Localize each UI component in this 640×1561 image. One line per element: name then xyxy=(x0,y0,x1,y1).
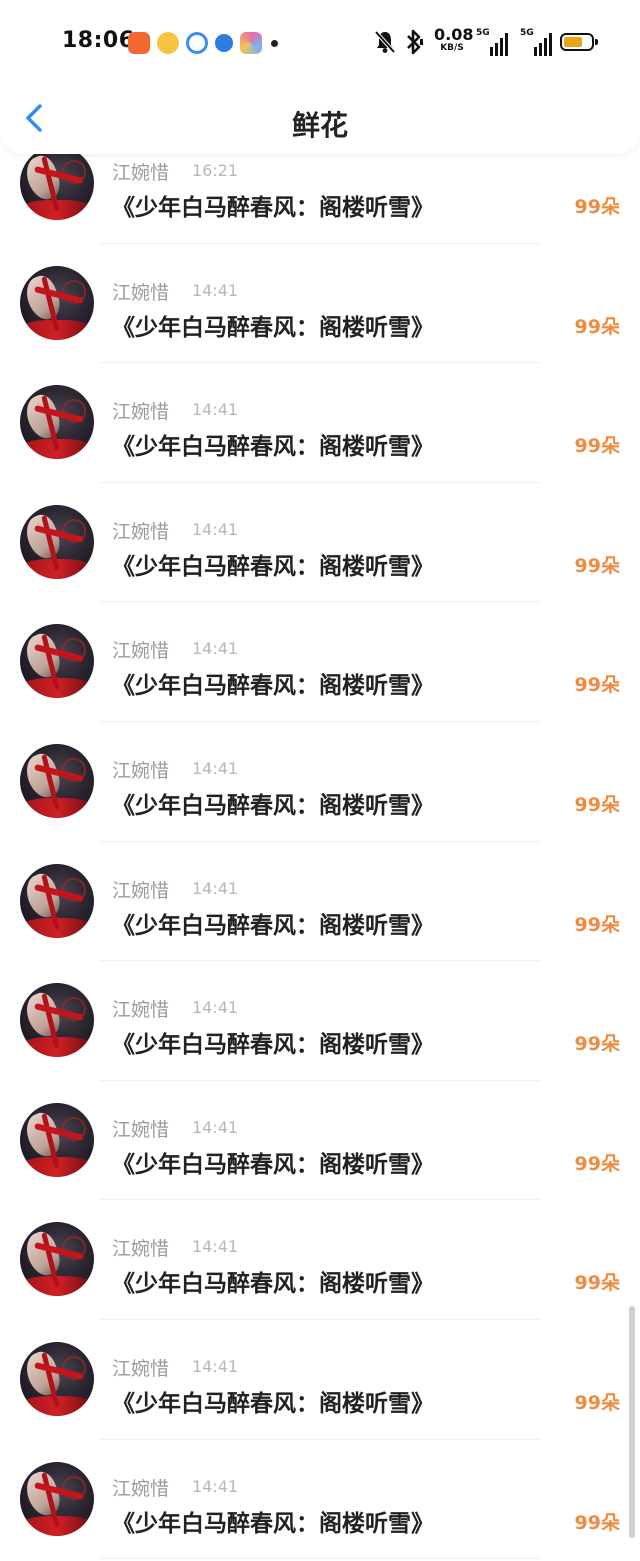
status-bar: 18:06 0.08 KB/S 5G 5G xyxy=(0,0,640,86)
send-time: 14:41 xyxy=(192,400,239,420)
sim2-network-type: 5G xyxy=(520,28,534,38)
list-item[interactable]: 江婉惜 14:41 《少年白马醉春风：阁楼听雪》 99朵 xyxy=(0,602,640,722)
book-title: 《少年白马醉春风：阁楼听雪》 xyxy=(112,673,434,700)
notification-icons xyxy=(128,30,278,56)
book-title: 《少年白马醉春风：阁楼听雪》 xyxy=(112,553,434,580)
sender-name[interactable]: 江婉惜 xyxy=(112,278,169,305)
book-title: 《少年白马醉春风：阁楼听雪》 xyxy=(112,434,434,461)
book-title: 《少年白马醉春风：阁楼听雪》 xyxy=(112,792,434,819)
mail-app-icon xyxy=(128,32,150,54)
book-title: 《少年白马醉春风：阁楼听雪》 xyxy=(112,912,434,939)
send-time: 14:41 xyxy=(192,519,239,539)
page-title: 鲜花 xyxy=(291,109,348,142)
sender-name[interactable]: 江婉惜 xyxy=(112,876,169,903)
flower-count: 99朵 xyxy=(574,315,620,338)
bluetooth-icon xyxy=(407,29,423,55)
avatar[interactable] xyxy=(20,1222,94,1297)
book-title: 《少年白马醉春风：阁楼听雪》 xyxy=(112,1510,434,1537)
nav-bar: 鲜花 xyxy=(0,88,640,148)
send-time: 16:21 xyxy=(192,161,239,180)
sender-name[interactable]: 江婉惜 xyxy=(112,158,169,185)
flower-count: 99朵 xyxy=(574,1272,620,1295)
send-time: 14:41 xyxy=(192,639,239,659)
list-item[interactable]: 江婉惜 14:41 《少年白马醉春风：阁楼听雪》 99朵 xyxy=(0,722,640,842)
gallery-app-icon xyxy=(240,32,262,54)
avatar[interactable] xyxy=(20,1102,94,1177)
sender-name[interactable]: 江婉惜 xyxy=(112,397,169,424)
list-item[interactable]: 江婉惜 14:41 《少年白马醉春风：阁楼听雪》 99朵 xyxy=(0,1320,640,1440)
avatar[interactable] xyxy=(20,1461,94,1536)
avatar[interactable] xyxy=(20,1341,94,1416)
flower-count: 99朵 xyxy=(574,554,620,577)
mute-bell-icon xyxy=(374,30,396,54)
list-item[interactable]: 江婉惜 14:41 《少年白马醉春风：阁楼听雪》 99朵 xyxy=(0,1440,640,1560)
sender-name[interactable]: 江婉惜 xyxy=(112,517,169,544)
book-title: 《少年白马醉春风：阁楼听雪》 xyxy=(112,195,434,221)
list-item[interactable]: 江婉惜 14:41 《少年白马醉春风：阁楼听雪》 99朵 xyxy=(0,244,640,364)
book-title: 《少年白马醉春风：阁楼听雪》 xyxy=(112,1390,434,1417)
signal-bars-icon xyxy=(490,33,508,56)
list-item[interactable]: 江婉惜 14:41 《少年白马醉春风：阁楼听雪》 99朵 xyxy=(0,961,640,1081)
list-item[interactable]: 江婉惜 14:41 《少年白马醉春风：阁楼听雪》 99朵 xyxy=(0,1081,640,1201)
send-time: 14:41 xyxy=(192,1476,239,1496)
status-time: 18:06 xyxy=(62,28,135,53)
book-title: 《少年白马醉春风：阁楼听雪》 xyxy=(112,1271,434,1298)
list-item[interactable]: 江婉惜 14:41 《少年白马醉春风：阁楼听雪》 99朵 xyxy=(0,1200,640,1320)
avatar[interactable] xyxy=(20,146,94,220)
status-indicators: 0.08 KB/S 5G 5G xyxy=(370,26,610,60)
list-item[interactable]: 江婉惜 14:41 《少年白马醉春风：阁楼听雪》 99朵 xyxy=(0,363,640,483)
network-speed-unit: KB/S xyxy=(440,43,464,53)
avatar[interactable] xyxy=(20,624,94,699)
sender-name[interactable]: 江婉惜 xyxy=(112,1234,169,1261)
sender-name[interactable]: 江婉惜 xyxy=(112,1474,169,1501)
flower-count: 99朵 xyxy=(574,1391,620,1414)
flower-count: 99朵 xyxy=(574,1152,620,1175)
send-time: 14:41 xyxy=(192,998,239,1018)
flower-count: 99朵 xyxy=(574,1511,620,1534)
sender-name[interactable]: 江婉惜 xyxy=(112,756,169,783)
list-item[interactable]: 江婉惜 14:41 《少年白马醉春风：阁楼听雪》 99朵 xyxy=(0,842,640,962)
send-time: 14:41 xyxy=(192,1117,239,1137)
flower-count: 99朵 xyxy=(574,196,620,218)
flower-count: 99朵 xyxy=(574,1033,620,1056)
list-item[interactable]: 江婉惜 14:41 《少年白马醉春风：阁楼听雪》 99朵 xyxy=(0,483,640,603)
divider xyxy=(100,1558,540,1560)
sender-name[interactable]: 江婉惜 xyxy=(112,995,169,1022)
scrollbar[interactable] xyxy=(629,1306,635,1538)
send-time: 14:41 xyxy=(192,280,239,300)
avatar[interactable] xyxy=(20,385,94,460)
book-title: 《少年白马醉春风：阁楼听雪》 xyxy=(112,314,434,341)
sim1-network-type: 5G xyxy=(476,28,490,38)
avatar[interactable] xyxy=(20,265,94,340)
flower-count: 99朵 xyxy=(574,674,620,697)
book-title: 《少年白马醉春风：阁楼听雪》 xyxy=(112,1151,434,1178)
flower-count: 99朵 xyxy=(574,435,620,458)
flower-list: 江婉惜 16:21 《少年白马醉春风：阁楼听雪》 99朵 江婉惜 14:41 《少年白马醉春… xyxy=(0,124,640,1560)
flower-count: 99朵 xyxy=(574,793,620,816)
sender-name[interactable]: 江婉惜 xyxy=(112,636,169,663)
sender-name[interactable]: 江婉惜 xyxy=(112,1354,169,1381)
compass-app-icon xyxy=(215,34,233,52)
sender-name[interactable]: 江婉惜 xyxy=(112,1115,169,1142)
network-speed-value: 0.08 xyxy=(434,25,474,44)
battery-icon xyxy=(560,33,598,51)
signal-bars-icon xyxy=(534,33,552,56)
browser-app-icon xyxy=(186,32,208,54)
top-bar: 18:06 0.08 KB/S 5G 5G 鲜花 xyxy=(0,0,640,154)
avatar[interactable] xyxy=(20,863,94,938)
network-speed: 0.08 KB/S xyxy=(434,25,474,54)
book-title: 《少年白马醉春风：阁楼听雪》 xyxy=(112,1032,434,1059)
more-notifications-dot xyxy=(271,39,278,47)
weibo-app-icon xyxy=(157,32,179,54)
avatar[interactable] xyxy=(20,983,94,1058)
flower-count: 99朵 xyxy=(574,913,620,936)
send-time: 14:41 xyxy=(192,1356,239,1376)
send-time: 14:41 xyxy=(192,878,239,898)
send-time: 14:41 xyxy=(192,758,239,778)
avatar[interactable] xyxy=(20,504,94,579)
avatar[interactable] xyxy=(20,743,94,818)
send-time: 14:41 xyxy=(192,1237,239,1257)
